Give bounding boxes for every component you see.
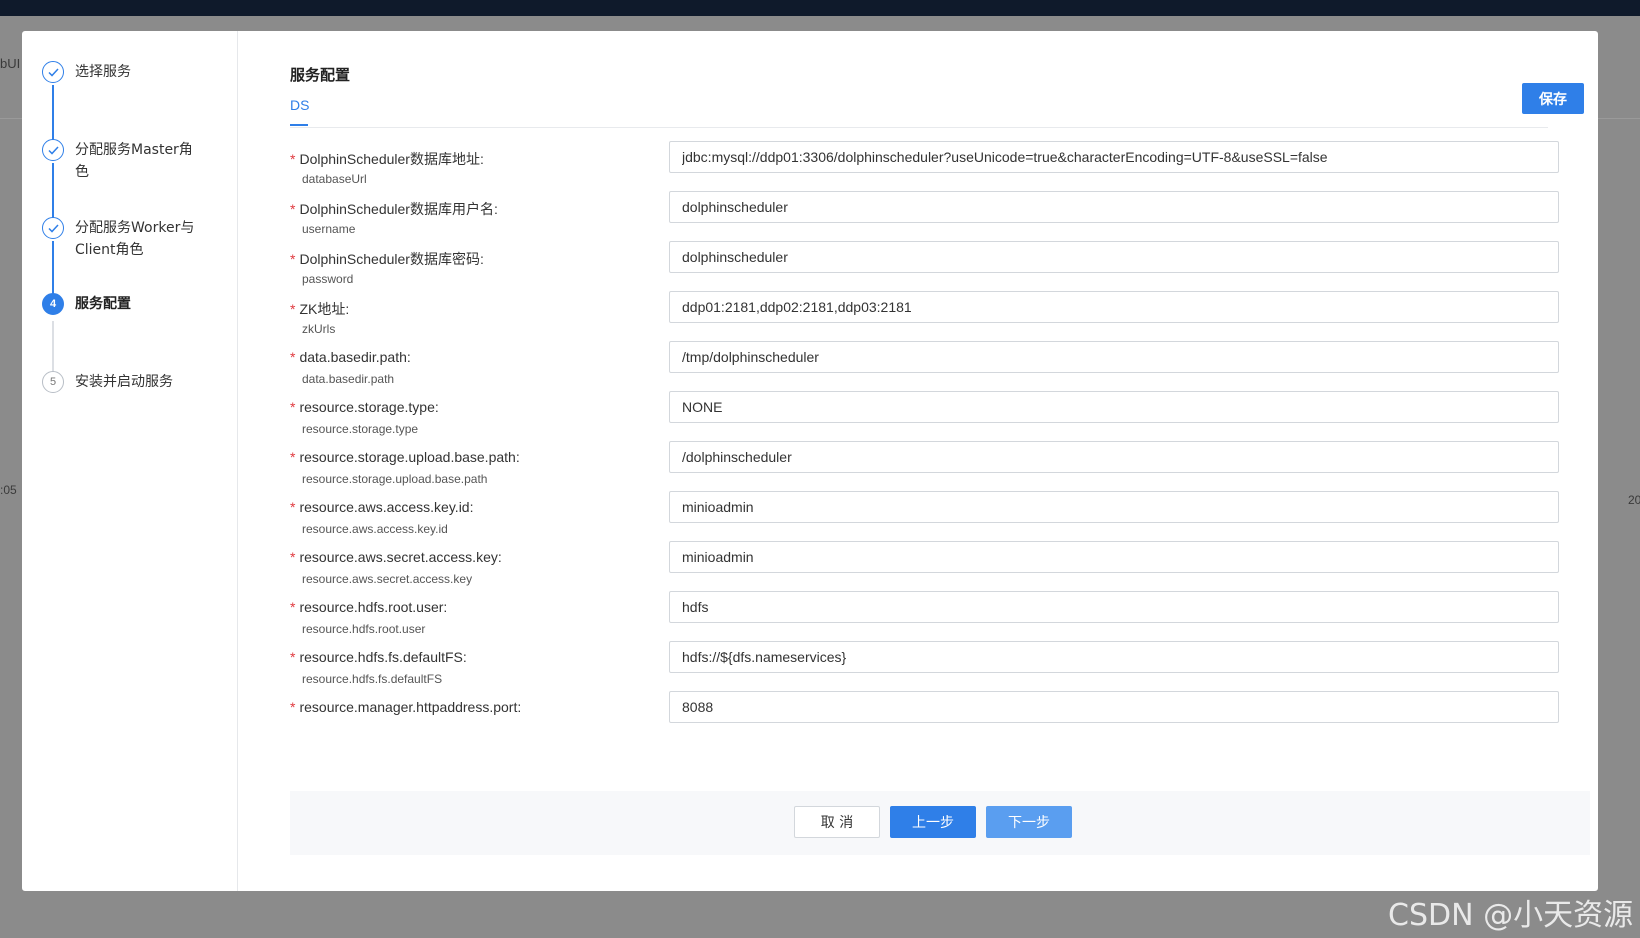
step-label: 分配服务Master角色 — [75, 142, 193, 180]
step-label: 分配服务Worker与Client角色 — [75, 220, 195, 258]
field-label: * resource.storage.type: — [290, 399, 439, 415]
step-label: 服务配置 — [75, 296, 131, 312]
service-config-modal: 选择服务 分配服务Master角色 分配服务Worker与Client角色 4 … — [22, 31, 1598, 891]
step-navigation: 选择服务 分配服务Master角色 分配服务Worker与Client角色 4 … — [22, 31, 238, 891]
field-label: * ZK地址: — [290, 301, 350, 317]
step-assign-master: 分配服务Master角色 — [42, 139, 200, 183]
step-connector — [52, 85, 54, 143]
password-input[interactable] — [669, 241, 1559, 273]
top-header-bar — [0, 0, 1640, 16]
field-key: resource.aws.access.key.id — [302, 522, 448, 536]
watermark: CSDN @小天资源 — [1388, 898, 1634, 933]
field-key: resource.hdfs.fs.defaultFS — [302, 672, 443, 686]
cancel-button[interactable]: 取 消 — [794, 806, 880, 838]
next-step-button[interactable]: 下一步 — [986, 806, 1072, 838]
field-label: * resource.storage.upload.base.path: — [290, 449, 520, 465]
field-label: * DolphinScheduler数据库地址: — [290, 151, 484, 167]
form-row-data-basedir: * data.basedir.path: data.basedir.path — [290, 341, 1560, 393]
step-number-badge: 5 — [42, 371, 64, 393]
previous-step-button[interactable]: 上一步 — [890, 806, 976, 838]
bg-divider — [1598, 118, 1640, 119]
field-key: resource.storage.upload.base.path — [302, 472, 488, 486]
field-key: resource.aws.secret.access.key — [302, 572, 473, 586]
tab-divider — [290, 127, 1548, 128]
hdfs-default-fs-input[interactable] — [669, 641, 1559, 673]
zk-urls-input[interactable] — [669, 291, 1559, 323]
form-row-upload-base-path: * resource.storage.upload.base.path: reso… — [290, 441, 1560, 493]
step-assign-worker-client: 分配服务Worker与Client角色 — [42, 217, 200, 261]
step-number-badge: 4 — [42, 293, 64, 315]
field-key: resource.storage.type — [302, 422, 419, 436]
field-key: resource.hdfs.root.user — [302, 622, 426, 636]
bg-text-fragment: bUI — [0, 56, 21, 71]
step-service-config: 4 服务配置 — [42, 293, 200, 315]
hdfs-root-user-input[interactable] — [669, 591, 1559, 623]
check-icon — [42, 61, 64, 83]
bg-divider — [0, 118, 22, 119]
form-row-storage-type: * resource.storage.type: resource.storage… — [290, 391, 1560, 443]
form-row-aws-secret-key: * resource.aws.secret.access.key: resourc… — [290, 541, 1560, 593]
check-icon — [42, 217, 64, 239]
aws-secret-key-input[interactable] — [669, 541, 1559, 573]
save-button[interactable]: 保存 — [1522, 83, 1584, 114]
page-title: 服务配置 — [290, 66, 351, 84]
form-row-aws-access-key: * resource.aws.access.key.id: resource.aw… — [290, 491, 1560, 543]
field-key: password — [302, 272, 354, 286]
field-label: * data.basedir.path: — [290, 349, 411, 365]
form-row-rm-http-port: * resource.manager.httpaddress.port: — [290, 691, 1560, 743]
config-content: 服务配置 DS 保存 * DolphinScheduler数据库地址: datab… — [238, 31, 1598, 891]
form-row-username: * DolphinScheduler数据库用户名: username — [290, 191, 1560, 243]
modal-footer: 取 消 上一步 下一步 — [290, 791, 1590, 855]
field-label: * resource.hdfs.root.user: — [290, 599, 448, 615]
field-key: data.basedir.path — [302, 372, 395, 386]
tab-ds[interactable]: DS — [290, 97, 309, 113]
field-key: username — [302, 222, 356, 236]
aws-access-key-input[interactable] — [669, 491, 1559, 523]
form-row-password: * DolphinScheduler数据库密码: password — [290, 241, 1560, 293]
field-key: zkUrls — [302, 322, 336, 336]
bg-text-fragment: :05 — [0, 483, 17, 497]
form-row-zk-urls: * ZK地址: zkUrls — [290, 291, 1560, 343]
config-form: *DolphinScheduler数据库地址: databaseUrl *Dol… — [290, 141, 1560, 778]
check-icon — [42, 139, 64, 161]
step-select-service: 选择服务 — [42, 61, 200, 83]
form-row-hdfs-default-fs: * resource.hdfs.fs.defaultFS: resource.hd… — [290, 641, 1560, 693]
tab-active-indicator — [290, 124, 308, 126]
form-row-database-url: * DolphinScheduler数据库地址: databaseUrl — [290, 141, 1560, 193]
step-label: 选择服务 — [75, 64, 131, 80]
upload-base-path-input[interactable] — [669, 441, 1559, 473]
field-label: * resource.manager.httpaddress.port: — [290, 699, 522, 715]
field-label: * DolphinScheduler数据库用户名: — [290, 201, 498, 217]
step-install-start: 5 安装并启动服务 — [42, 371, 200, 393]
storage-type-input[interactable] — [669, 391, 1559, 423]
database-url-input[interactable] — [669, 141, 1559, 173]
field-label: * resource.aws.secret.access.key: — [290, 549, 502, 565]
field-label: * resource.hdfs.fs.defaultFS: — [290, 649, 467, 665]
bg-text-fragment: 20 — [1628, 493, 1640, 507]
form-row-hdfs-root-user: * resource.hdfs.root.user: resource.hdfs.… — [290, 591, 1560, 643]
field-label: * resource.aws.access.key.id: — [290, 499, 474, 515]
step-label: 安装并启动服务 — [75, 374, 173, 390]
field-label: * DolphinScheduler数据库密码: — [290, 251, 484, 267]
field-key: databaseUrl — [302, 172, 367, 186]
rm-http-port-input[interactable] — [669, 691, 1559, 723]
username-input[interactable] — [669, 191, 1559, 223]
data-basedir-input[interactable] — [669, 341, 1559, 373]
